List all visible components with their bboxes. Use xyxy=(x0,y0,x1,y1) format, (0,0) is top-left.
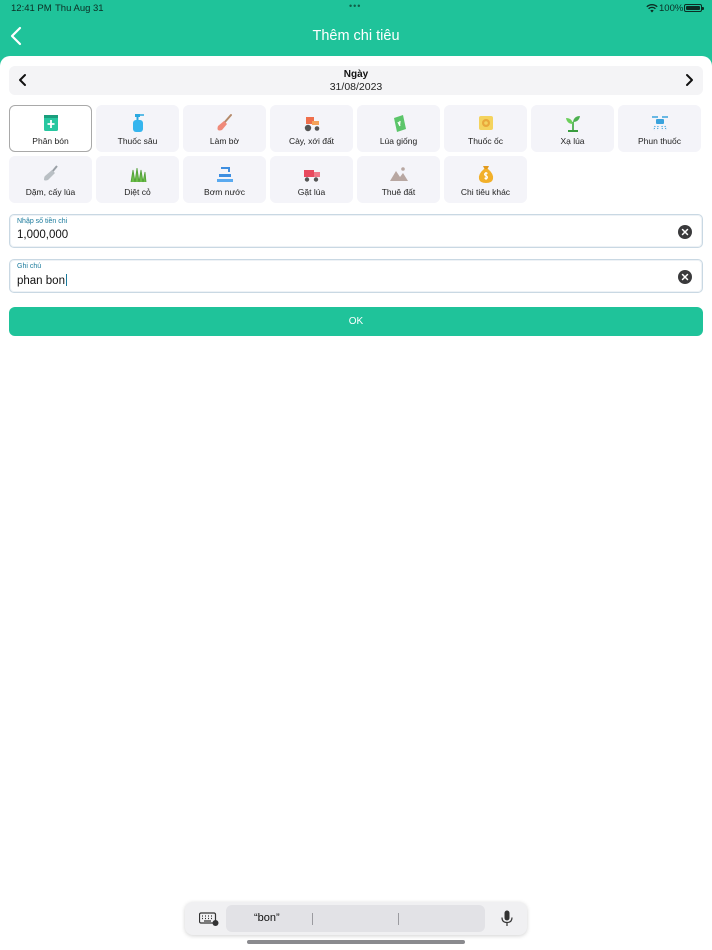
harvester-icon xyxy=(303,170,320,182)
seed-bag-icon xyxy=(393,115,406,132)
wifi-icon xyxy=(646,4,658,13)
land-icon xyxy=(389,167,408,181)
category-thuoc-oc[interactable]: Thuốc ốc xyxy=(444,105,527,152)
suggestion-strip: “bon” xyxy=(226,905,485,932)
category-lam-bo[interactable]: Làm bờ xyxy=(183,105,266,152)
shovel-icon xyxy=(217,114,232,131)
amount-field[interactable]: Nhập số tiền chi 1,000,000 xyxy=(9,214,703,248)
suggestion-divider xyxy=(312,913,313,925)
keyboard-suggestion-bar: “bon” xyxy=(185,902,527,935)
category-label: Chi tiêu khác xyxy=(460,187,511,197)
category-grid: Phân bón Thuốc sâu Làm bờ Cày, xới đất L… xyxy=(9,105,703,203)
content-sheet: Ngày 31/08/2023 Phân bón Thuốc sâu Làm b… xyxy=(0,56,712,950)
category-diet-co[interactable]: Diệt cỏ xyxy=(96,156,179,203)
amount-input[interactable]: 1,000,000 xyxy=(17,229,68,241)
category-chi-tieu-khac[interactable]: Chi tiêu khác xyxy=(444,156,527,203)
date-value[interactable]: 31/08/2023 xyxy=(9,81,703,93)
home-indicator[interactable] xyxy=(247,940,465,944)
date-picker[interactable]: Ngày 31/08/2023 xyxy=(9,66,703,95)
status-bar: 12:41 PM Thu Aug 31 ••• 100% xyxy=(0,0,712,17)
note-input[interactable]: phan bon xyxy=(17,274,67,287)
water-pump-icon xyxy=(216,167,233,182)
category-label: Phân bón xyxy=(32,136,69,146)
category-phun-thuoc[interactable]: Phun thuốc xyxy=(618,105,701,152)
category-label: Dặm, cấy lúa xyxy=(25,187,76,197)
date-label: Ngày xyxy=(343,69,369,80)
header: Thêm chi tiêu xyxy=(0,17,712,57)
category-label: Thuốc sâu xyxy=(117,136,158,146)
suggestion-divider xyxy=(398,913,399,925)
category-label: Bơm nước xyxy=(204,187,245,197)
multitasking-dots[interactable]: ••• xyxy=(349,1,361,11)
note-text: phan bon xyxy=(17,275,65,287)
clear-icon[interactable] xyxy=(678,270,692,284)
tractor-icon xyxy=(304,117,319,132)
category-cay-xoi-dat[interactable]: Cày, xới đất xyxy=(270,105,353,152)
status-date: Thu Aug 31 xyxy=(55,3,104,14)
sprout-icon xyxy=(565,116,580,132)
drone-icon xyxy=(651,116,668,131)
note-field-label: Ghi chú xyxy=(17,263,42,270)
trowel-icon xyxy=(43,165,58,181)
keyboard-icon[interactable] xyxy=(199,911,219,926)
grass-icon xyxy=(130,167,146,183)
status-time: 12:41 PM xyxy=(11,3,52,14)
category-label: Cày, xới đất xyxy=(288,136,335,146)
battery-fill xyxy=(686,6,700,10)
category-gat-lua[interactable]: Gặt lúa xyxy=(270,156,353,203)
snail-icon xyxy=(478,116,493,130)
amount-field-label: Nhập số tiền chi xyxy=(17,218,68,225)
money-bag-icon xyxy=(478,166,493,183)
category-label: Làm bờ xyxy=(209,136,240,146)
category-label: Thuốc ốc xyxy=(468,136,503,146)
category-xa-lua[interactable]: Xạ lúa xyxy=(531,105,614,152)
category-thue-dat[interactable]: Thuê đất xyxy=(357,156,440,203)
text-cursor xyxy=(65,274,67,286)
category-thuoc-sau[interactable]: Thuốc sâu xyxy=(96,105,179,152)
battery-icon xyxy=(684,4,704,12)
category-lua-giong[interactable]: Lúa giống xyxy=(357,105,440,152)
category-phan-bon[interactable]: Phân bón xyxy=(9,105,92,152)
category-label: Xạ lúa xyxy=(560,136,585,146)
microphone-icon[interactable] xyxy=(501,910,513,927)
battery-percent: 100% xyxy=(659,3,684,14)
category-dam-cay-lua[interactable]: Dặm, cấy lúa xyxy=(9,156,92,203)
category-bom-nuoc[interactable]: Bơm nước xyxy=(183,156,266,203)
fertilizer-bag-icon xyxy=(43,115,58,131)
note-field[interactable]: Ghi chú phan bon xyxy=(9,259,703,293)
category-label: Diệt cỏ xyxy=(124,187,151,197)
category-label: Thuê đất xyxy=(381,187,416,197)
category-label: Gặt lúa xyxy=(297,187,326,197)
page-title: Thêm chi tiêu xyxy=(312,28,400,44)
next-date-button[interactable] xyxy=(680,71,698,89)
ok-button[interactable]: OK xyxy=(9,307,703,336)
suggestion-bon[interactable]: “bon” xyxy=(254,912,280,924)
clear-icon[interactable] xyxy=(678,225,692,239)
spray-bottle-icon xyxy=(132,114,144,132)
category-label: Lúa giống xyxy=(379,136,418,146)
category-label: Phun thuốc xyxy=(637,136,681,146)
